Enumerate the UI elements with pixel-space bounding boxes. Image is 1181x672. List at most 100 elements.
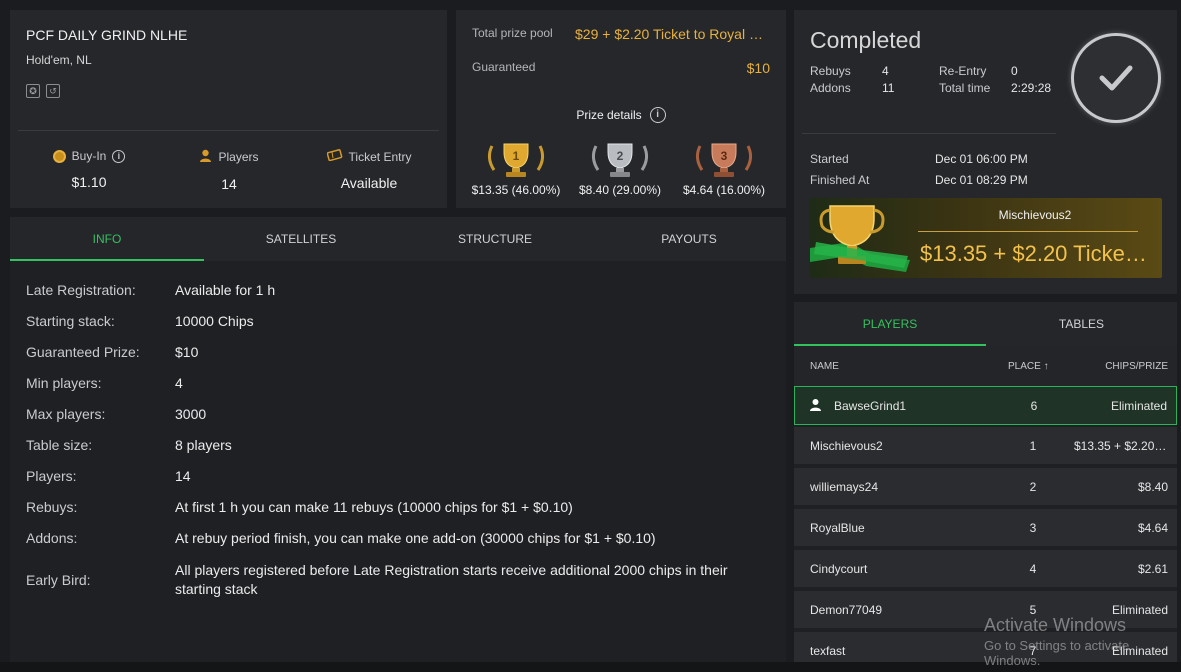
info-row: Players: 14	[26, 468, 774, 484]
ticket-entry-stat: Ticket Entry Available	[299, 149, 439, 191]
prize-place-3-value: $4.64 (16.00%)	[682, 183, 766, 197]
table-row[interactable]: RoyalBlue 3 $4.64	[794, 509, 1177, 548]
table-row[interactable]: Demon77049 5 Eliminated	[794, 591, 1177, 630]
info-row: Max players: 3000	[26, 406, 774, 422]
total-prize-value: $29 + $2.20 Ticket to Royal Flush Sunday	[575, 26, 770, 42]
info-label: Min players:	[26, 375, 102, 391]
column-place[interactable]: PLACE ↑	[1008, 361, 1049, 372]
buyin-label: Buy-In	[71, 149, 107, 163]
column-chips-prize[interactable]: CHIPS/PRIZE	[1105, 361, 1168, 372]
started-value: Dec 01 06:00 PM	[935, 152, 1028, 166]
info-label: Max players:	[26, 406, 106, 422]
players-table-header: NAME PLACE ↑ CHIPS/PRIZE	[794, 346, 1177, 386]
player-prize: $4.64	[1137, 521, 1168, 535]
info-row: Starting stack: 10000 Chips	[26, 313, 774, 329]
tab-info[interactable]: INFO	[10, 217, 204, 261]
winner-banner: Mischievous2 $13.35 + $2.20 Ticket to Ro…	[810, 198, 1162, 278]
divider	[918, 231, 1138, 232]
table-row[interactable]: Cindycourt 4 $2.61	[794, 550, 1177, 589]
info-row: Min players: 4	[26, 375, 774, 391]
player-place: 7	[1029, 644, 1037, 658]
players-stat: Players 14	[159, 149, 299, 192]
info-label: Early Bird:	[26, 572, 91, 588]
player-place: 3	[1029, 521, 1037, 535]
rebuys-value: 4	[882, 64, 889, 78]
prize-place-1-value: $13.35 (46.00%)	[471, 183, 561, 197]
table-row[interactable]: BawseGrind1 6 Eliminated	[794, 386, 1177, 425]
prize-place-2-value: $8.40 (29.00%)	[578, 183, 662, 197]
tournament-name: PCF DAILY GRIND NLHE	[26, 27, 188, 43]
main-tabs: INFO SATELLITES STRUCTURE PAYOUTS	[10, 217, 786, 261]
tab-payouts[interactable]: PAYOUTS	[592, 217, 786, 261]
silver-trophy-icon: 2	[591, 143, 649, 177]
info-row: Table size: 8 players	[26, 437, 774, 453]
player-name: texfast	[810, 644, 846, 658]
guaranteed-label: Guaranteed	[472, 60, 536, 74]
player-place: 5	[1029, 603, 1037, 617]
player-prize: $2.61	[1137, 562, 1168, 576]
chip-icon: ✪	[26, 84, 40, 98]
info-value: All players registered before Late Regis…	[175, 562, 728, 597]
gold-trophy-icon: 1	[487, 143, 545, 177]
completed-check-icon	[1071, 33, 1161, 123]
started-label: Started	[810, 152, 849, 166]
player-icon	[199, 149, 212, 165]
info-icon[interactable]: i	[112, 149, 126, 163]
tab-structure[interactable]: STRUCTURE	[398, 217, 592, 261]
divider	[18, 130, 439, 131]
info-row: Late Registration: Available for 1 h	[26, 282, 774, 298]
prize-pool-panel: Total prize pool $29 + $2.20 Ticket to R…	[456, 10, 786, 208]
players-value: 14	[221, 176, 237, 192]
prize-place-2: 2 $8.40 (29.00%)	[570, 140, 670, 197]
bronze-trophy-icon: 3	[695, 143, 753, 177]
total-time-value: 2:29:28	[1011, 81, 1052, 95]
info-row: Addons: At rebuy period finish, you can m…	[26, 530, 774, 546]
reentry-value: 0	[1011, 64, 1018, 78]
rebuys-label: Rebuys	[810, 64, 851, 78]
addons-value: 11	[882, 81, 895, 95]
info-value: 14	[175, 468, 191, 484]
ticket-entry-label: Ticket Entry	[348, 149, 412, 164]
info-label: Table size:	[26, 437, 93, 453]
rebuy-icon: ↺	[46, 84, 60, 98]
user-icon	[809, 398, 822, 414]
player-prize: Eliminated	[1111, 644, 1168, 658]
divider	[802, 133, 1056, 134]
status-panel: Completed Rebuys 4 Addons 11 Re-Entry 0 …	[794, 10, 1177, 294]
coin-icon	[52, 149, 66, 163]
info-value: 10000 Chips	[175, 313, 254, 329]
player-place: 2	[1029, 480, 1037, 494]
info-row: Early Bird: All players registered before…	[26, 561, 774, 599]
info-label: Starting stack:	[26, 313, 115, 329]
info-value: 8 players	[175, 437, 232, 453]
column-name[interactable]: NAME	[810, 361, 839, 372]
tab-satellites[interactable]: SATELLITES	[204, 217, 398, 261]
prize-details[interactable]: Prize details i	[456, 107, 786, 123]
players-list: BawseGrind1 6 Eliminated Mischievous2 1 …	[794, 386, 1177, 672]
trophy-rank: 1	[513, 149, 520, 163]
table-row[interactable]: Mischievous2 1 $13.35 + $2.20 Ticket	[794, 427, 1177, 466]
status-title: Completed	[810, 27, 922, 53]
winner-prize: $13.35 + $2.20 Ticket to Royal Flush Sun…	[920, 241, 1152, 266]
prize-place-3: 3 $4.64 (16.00%)	[674, 140, 774, 197]
tab-tables[interactable]: TABLES	[986, 302, 1177, 346]
player-place: 1	[1029, 439, 1037, 453]
reentry-label: Re-Entry	[939, 64, 987, 78]
info-label: Players:	[26, 468, 77, 484]
guaranteed-value: $10	[746, 60, 770, 76]
player-name: BawseGrind1	[834, 399, 907, 413]
winner-trophy-icon	[810, 205, 910, 272]
total-prize-label: Total prize pool	[472, 26, 553, 40]
info-label: Addons:	[26, 530, 78, 546]
table-row[interactable]: williemays24 2 $8.40	[794, 468, 1177, 507]
finished-value: Dec 01 08:29 PM	[935, 173, 1028, 187]
info-value: Available for 1 h	[175, 282, 276, 298]
tab-players[interactable]: PLAYERS	[794, 302, 986, 346]
player-place: 4	[1029, 562, 1037, 576]
finished-label: Finished At	[810, 173, 870, 187]
player-place: 6	[1030, 399, 1038, 413]
info-icon[interactable]: i	[649, 107, 666, 123]
player-prize: Eliminated	[1111, 603, 1168, 617]
info-label: Rebuys:	[26, 499, 78, 515]
info-label: Guaranteed Prize:	[26, 344, 140, 360]
